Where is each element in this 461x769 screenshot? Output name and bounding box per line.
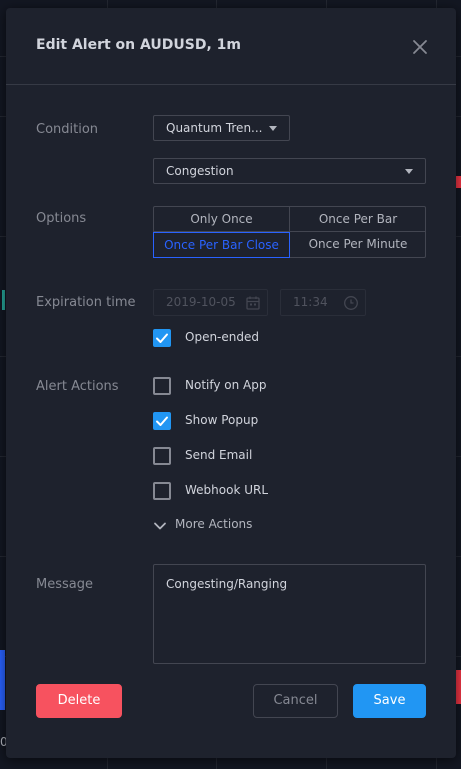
edit-alert-dialog: Edit Alert on AUDUSD, 1m Condition Quant… [6, 8, 456, 758]
indicator-select-value: Quantum Tren... [166, 121, 263, 135]
open-ended-label: Open-ended [185, 330, 259, 344]
expiration-label: Expiration time [36, 295, 136, 310]
send-email-checkbox[interactable] [153, 447, 171, 465]
chevron-down-icon [269, 126, 277, 131]
webhook-url-label: Webhook URL [185, 483, 269, 497]
message-textarea[interactable]: Congesting/Ranging [153, 564, 426, 664]
notify-on-app-checkbox[interactable] [153, 377, 171, 395]
option-only-once[interactable]: Only Once [154, 207, 290, 232]
condition-select-value: Congestion [166, 164, 234, 178]
close-icon[interactable] [409, 36, 431, 58]
options-segmented-control: Only Once Once Per Bar Once Per Bar Clos… [153, 206, 426, 258]
alert-actions-label: Alert Actions [36, 379, 119, 394]
expiration-date-value: 2019-10-05 [166, 295, 236, 309]
open-ended-checkbox[interactable] [153, 329, 171, 347]
expiration-date-field[interactable]: 2019-10-05 [153, 289, 268, 316]
candle [2, 290, 5, 310]
show-popup-label: Show Popup [185, 413, 259, 427]
option-once-per-bar-close[interactable]: Once Per Bar Close [153, 232, 290, 258]
send-email-label: Send Email [185, 448, 253, 462]
more-actions-label: More Actions [175, 517, 253, 531]
show-popup-checkbox[interactable] [153, 412, 171, 430]
option-once-per-bar[interactable]: Once Per Bar [290, 207, 426, 232]
cancel-button[interactable]: Cancel [253, 684, 338, 718]
save-button[interactable]: Save [353, 684, 426, 718]
candle [456, 670, 461, 704]
option-once-per-minute[interactable]: Once Per Minute [290, 232, 426, 257]
notify-on-app-label: Notify on App [185, 378, 267, 392]
candle [456, 176, 461, 188]
chevron-down-icon [405, 169, 413, 174]
chevron-down-icon [153, 518, 167, 537]
candle [0, 650, 5, 710]
checkmark-icon [156, 416, 168, 426]
condition-label: Condition [36, 122, 99, 137]
calendar-icon [245, 295, 261, 311]
condition-select[interactable]: Congestion [153, 158, 426, 184]
dialog-title: Edit Alert on AUDUSD, 1m [36, 37, 241, 53]
options-label: Options [36, 211, 87, 226]
checkmark-icon [156, 333, 168, 343]
message-label: Message [36, 577, 93, 592]
clock-icon [343, 295, 359, 311]
expiration-time-value: 11:34 [293, 295, 328, 309]
delete-button[interactable]: Delete [36, 684, 122, 718]
dialog-header: Edit Alert on AUDUSD, 1m [6, 8, 456, 85]
indicator-select[interactable]: Quantum Tren... [153, 115, 290, 141]
webhook-url-checkbox[interactable] [153, 482, 171, 500]
expiration-time-field[interactable]: 11:34 [280, 289, 366, 316]
